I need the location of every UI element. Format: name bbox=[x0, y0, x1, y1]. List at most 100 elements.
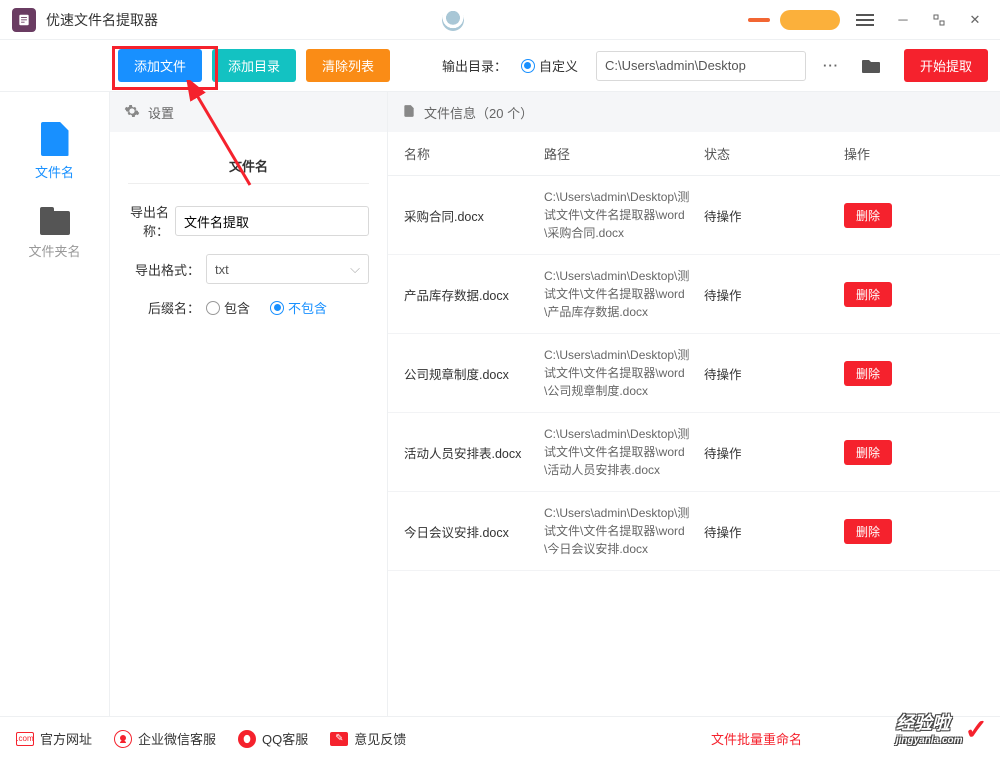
maximize-button[interactable] bbox=[926, 7, 952, 33]
cell-status: 待操作 bbox=[704, 522, 844, 541]
export-name-label: 导出名称： bbox=[128, 202, 169, 240]
app-icon bbox=[12, 8, 36, 32]
radio-custom-label: 自定义 bbox=[539, 56, 578, 75]
chevron-down-icon: ⌵ bbox=[350, 261, 360, 277]
cell-path: C:\Users\admin\Desktop\测试文件\文件名提取器\word\… bbox=[544, 425, 704, 479]
minimize-button[interactable]: ─ bbox=[890, 7, 916, 33]
settings-title: 设置 bbox=[148, 103, 174, 122]
cell-status: 待操作 bbox=[704, 443, 844, 462]
footer-official-site[interactable]: .com 官方网址 bbox=[16, 729, 92, 748]
table-body[interactable]: 采购合同.docxC:\Users\admin\Desktop\测试文件\文件名… bbox=[388, 176, 1000, 716]
table-header: 名称 路径 状态 操作 bbox=[388, 132, 1000, 176]
cell-name: 采购合同.docx bbox=[404, 206, 544, 225]
cell-path: C:\Users\admin\Desktop\测试文件\文件名提取器\word\… bbox=[544, 504, 704, 558]
cell-name: 活动人员安排表.docx bbox=[404, 443, 544, 462]
accent-bar-icon bbox=[748, 18, 770, 22]
export-format-select[interactable]: txt ⌵ bbox=[206, 254, 369, 284]
col-header-action: 操作 bbox=[844, 144, 944, 163]
table-row: 今日会议安排.docxC:\Users\admin\Desktop\测试文件\文… bbox=[388, 492, 1000, 571]
app-title: 优速文件名提取器 bbox=[46, 10, 158, 30]
cell-path: C:\Users\admin\Desktop\测试文件\文件名提取器\word\… bbox=[544, 346, 704, 400]
main-area: 文件名 文件夹名 设置 文件名 导出名称： 导出格式： bbox=[0, 92, 1000, 716]
toolbar: 添加文件 添加目录 清除列表 输出目录： 自定义 ··· 开始提取 bbox=[0, 40, 1000, 92]
footer-feedback[interactable]: ✎ 意见反馈 bbox=[330, 729, 406, 748]
folder-icon bbox=[40, 211, 70, 235]
gear-icon bbox=[124, 103, 140, 122]
cell-path: C:\Users\admin\Desktop\测试文件\文件名提取器\word\… bbox=[544, 188, 704, 242]
file-table-panel: 文件信息（20 个） 名称 路径 状态 操作 采购合同.docxC:\Users… bbox=[388, 92, 1000, 716]
more-button[interactable]: ··· bbox=[816, 51, 846, 81]
export-name-input[interactable] bbox=[175, 206, 369, 236]
suffix-exclude-radio[interactable]: 不包含 bbox=[270, 298, 327, 317]
footer-label: QQ客服 bbox=[262, 729, 308, 748]
qq-icon bbox=[238, 730, 256, 748]
title-bar: 优速文件名提取器 ─ ✕ bbox=[0, 0, 1000, 40]
suffix-include-label: 包含 bbox=[224, 298, 250, 317]
center-logo-icon bbox=[442, 9, 464, 31]
footer-wechat-support[interactable]: 企业微信客服 bbox=[114, 729, 216, 748]
cell-action: 删除 bbox=[844, 282, 944, 307]
suffix-label: 后缀名： bbox=[128, 298, 200, 317]
export-format-label: 导出格式： bbox=[128, 260, 200, 279]
radio-unchecked-icon bbox=[206, 301, 220, 315]
cell-action: 删除 bbox=[844, 203, 944, 228]
delete-button[interactable]: 删除 bbox=[844, 282, 892, 307]
footer-qq-support[interactable]: QQ客服 bbox=[238, 729, 308, 748]
table-row: 产品库存数据.docxC:\Users\admin\Desktop\测试文件\文… bbox=[388, 255, 1000, 334]
cell-name: 公司规章制度.docx bbox=[404, 364, 544, 383]
start-extract-button[interactable]: 开始提取 bbox=[904, 49, 988, 82]
cell-action: 删除 bbox=[844, 519, 944, 544]
col-header-status: 状态 bbox=[704, 144, 844, 163]
radio-checked-icon bbox=[270, 301, 284, 315]
delete-button[interactable]: 删除 bbox=[844, 361, 892, 386]
document-icon bbox=[402, 104, 416, 121]
sidebar-item-label: 文件名 bbox=[35, 162, 74, 181]
file-info-title: 文件信息（20 个） bbox=[424, 103, 533, 122]
sidebar-item-filename[interactable]: 文件名 bbox=[0, 110, 109, 199]
file-info-header: 文件信息（20 个） bbox=[388, 92, 1000, 132]
cell-status: 待操作 bbox=[704, 364, 844, 383]
settings-header: 设置 bbox=[110, 92, 387, 132]
close-button[interactable]: ✕ bbox=[962, 7, 988, 33]
footer: .com 官方网址 企业微信客服 QQ客服 ✎ 意见反馈 文件批量重命名 bbox=[0, 716, 1000, 760]
table-row: 活动人员安排表.docxC:\Users\admin\Desktop\测试文件\… bbox=[388, 413, 1000, 492]
sidebar-item-label: 文件夹名 bbox=[28, 241, 80, 260]
content-area: 设置 文件名 导出名称： 导出格式： txt ⌵ 后缀名： bbox=[110, 92, 1000, 716]
browse-folder-button[interactable] bbox=[856, 51, 886, 81]
output-dir-label: 输出目录： bbox=[442, 56, 507, 75]
delete-button[interactable]: 删除 bbox=[844, 440, 892, 465]
suffix-include-radio[interactable]: 包含 bbox=[206, 298, 250, 317]
table-row: 采购合同.docxC:\Users\admin\Desktop\测试文件\文件名… bbox=[388, 176, 1000, 255]
site-icon: .com bbox=[16, 732, 34, 746]
settings-panel: 设置 文件名 导出名称： 导出格式： txt ⌵ 后缀名： bbox=[110, 92, 388, 716]
cell-name: 今日会议安排.docx bbox=[404, 522, 544, 541]
file-icon bbox=[41, 122, 69, 156]
cell-status: 待操作 bbox=[704, 285, 844, 304]
title-center bbox=[158, 9, 748, 31]
footer-batch-rename-link[interactable]: 文件批量重命名 bbox=[711, 729, 802, 748]
cell-action: 删除 bbox=[844, 361, 944, 386]
suffix-exclude-label: 不包含 bbox=[288, 298, 327, 317]
sidebar: 文件名 文件夹名 bbox=[0, 92, 110, 716]
output-dir-radio-custom[interactable]: 自定义 bbox=[521, 56, 578, 75]
delete-button[interactable]: 删除 bbox=[844, 203, 892, 228]
radio-checked-icon bbox=[521, 59, 535, 73]
output-path-input[interactable] bbox=[596, 51, 806, 81]
menu-icon[interactable] bbox=[856, 14, 874, 26]
col-header-path: 路径 bbox=[544, 144, 704, 163]
add-file-button[interactable]: 添加文件 bbox=[118, 49, 202, 82]
export-format-value: txt bbox=[215, 262, 229, 277]
clear-list-button[interactable]: 清除列表 bbox=[306, 49, 390, 82]
table-row: 公司规章制度.docxC:\Users\admin\Desktop\测试文件\文… bbox=[388, 334, 1000, 413]
add-dir-button[interactable]: 添加目录 bbox=[212, 49, 296, 82]
sidebar-item-foldername[interactable]: 文件夹名 bbox=[0, 199, 109, 278]
footer-label: 意见反馈 bbox=[354, 729, 406, 748]
feedback-icon: ✎ bbox=[330, 732, 348, 746]
delete-button[interactable]: 删除 bbox=[844, 519, 892, 544]
col-header-name: 名称 bbox=[404, 144, 544, 163]
wechat-icon bbox=[114, 730, 132, 748]
footer-label: 企业微信客服 bbox=[138, 729, 216, 748]
cell-status: 待操作 bbox=[704, 206, 844, 225]
cell-path: C:\Users\admin\Desktop\测试文件\文件名提取器\word\… bbox=[544, 267, 704, 321]
cell-name: 产品库存数据.docx bbox=[404, 285, 544, 304]
